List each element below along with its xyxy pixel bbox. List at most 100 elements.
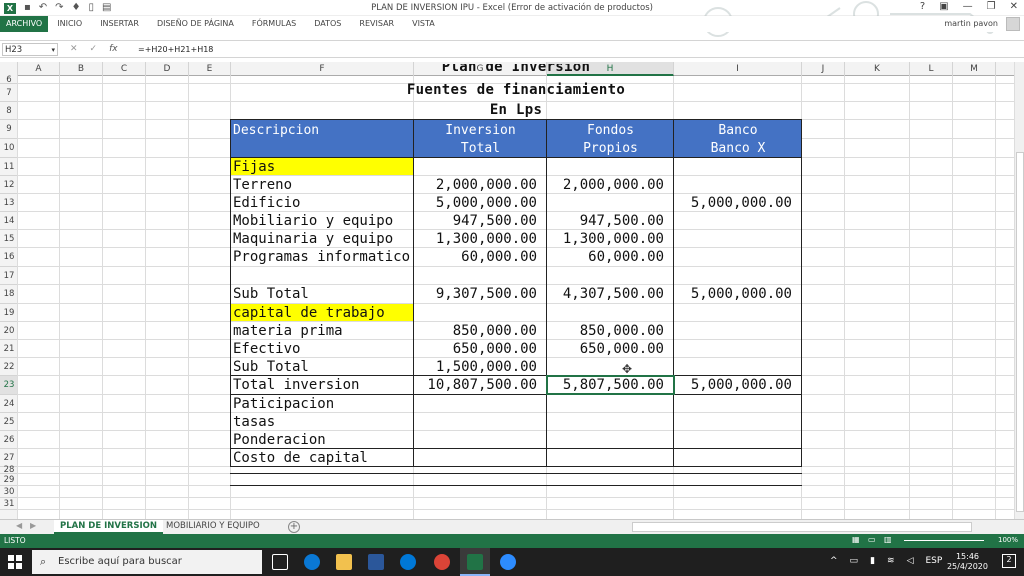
row-header[interactable]: 19	[0, 304, 18, 322]
chevron-down-icon[interactable]: ▾	[51, 44, 55, 56]
column-header-k[interactable]: K	[845, 62, 910, 76]
windows-start-icon[interactable]	[8, 555, 22, 569]
avatar[interactable]	[1006, 17, 1020, 31]
cell-descripcion[interactable]: Sub Total	[233, 286, 413, 302]
worksheet-grid[interactable]: A B C D E F G H I J K L M 6 7 8 9 10 11 12 13 14…	[0, 62, 1014, 520]
cell-fondos-propios[interactable]: 60,000.00	[547, 249, 664, 265]
sheet-tab-mobiliario-y-equipo[interactable]: MOBILIARIO Y EQUIPO	[160, 520, 266, 534]
cell-descripcion[interactable]: tasas	[233, 414, 413, 430]
column-header-b[interactable]: B	[60, 62, 103, 76]
normal-view-icon[interactable]: ▦	[852, 535, 860, 544]
cell-banco-x[interactable]: 5,000,000.00	[674, 286, 792, 302]
row-header[interactable]: 31	[0, 498, 18, 510]
row-header[interactable]: 14	[0, 212, 18, 230]
row-header[interactable]: 13	[0, 194, 18, 212]
cell-fondos-propios[interactable]: 4,307,500.00	[547, 286, 664, 302]
row-header[interactable]: 6	[0, 76, 18, 84]
formula-input[interactable]: =+H20+H21+H18	[138, 43, 213, 56]
notification-icon[interactable]: 2	[1002, 554, 1016, 568]
volume-icon[interactable]: ◁	[907, 556, 914, 566]
prev-sheet-icon[interactable]: ◀	[16, 521, 22, 530]
sheet-tab-plan-de-inversion[interactable]: PLAN DE INVERSION	[54, 520, 163, 534]
column-header-c[interactable]: C	[103, 62, 146, 76]
word-icon[interactable]	[368, 554, 384, 570]
cell-fondos-propios[interactable]: 1,300,000.00	[547, 231, 664, 247]
tab-revisar[interactable]: REVISAR	[350, 16, 403, 32]
row-header[interactable]: 8	[0, 102, 18, 120]
column-header-e[interactable]: E	[189, 62, 231, 76]
row-header[interactable]: 18	[0, 285, 18, 304]
cell-descripcion[interactable]: Paticipacion	[233, 396, 413, 412]
cell-fondos-propios[interactable]: 650,000.00	[547, 341, 664, 357]
row-header[interactable]: 22	[0, 358, 18, 376]
tab-diseno-de-pagina[interactable]: DISEÑO DE PÁGINA	[148, 16, 243, 32]
vertical-scroll-thumb[interactable]	[1016, 152, 1024, 512]
row-header[interactable]: 24	[0, 395, 18, 413]
page-layout-icon[interactable]: ▭	[868, 535, 876, 544]
row-header[interactable]: 23	[0, 376, 18, 395]
cell-inversion-total[interactable]: 10,807,500.00	[414, 377, 537, 393]
cell-inversion-total[interactable]: 60,000.00	[414, 249, 537, 265]
cell-inversion-total[interactable]: 650,000.00	[414, 341, 537, 357]
column-header-j[interactable]: J	[802, 62, 845, 76]
cell-descripcion[interactable]: Programas informatico	[233, 249, 413, 265]
chevron-up-icon[interactable]: ^	[830, 556, 838, 566]
cell-inversion-total[interactable]: 850,000.00	[414, 323, 537, 339]
cell-inversion-total[interactable]: 2,000,000.00	[414, 177, 537, 193]
row-header[interactable]: 30	[0, 486, 18, 498]
insert-function-button[interactable]: fx	[109, 43, 118, 56]
vertical-scrollbar[interactable]	[1014, 62, 1024, 520]
file-explorer-icon[interactable]	[336, 554, 352, 570]
cell-inversion-total[interactable]: 9,307,500.00	[414, 286, 537, 302]
selected-cell[interactable]	[546, 375, 675, 395]
tab-formulas[interactable]: FÓRMULAS	[243, 16, 305, 32]
cell-inversion-total[interactable]: 947,500.00	[414, 213, 537, 229]
cell-inversion-total[interactable]: 5,000,000.00	[414, 195, 537, 211]
column-header-m[interactable]: M	[953, 62, 996, 76]
tab-vista[interactable]: VISTA	[403, 16, 444, 32]
cancel-icon[interactable]: ✕	[70, 43, 78, 56]
edge-icon[interactable]	[304, 554, 320, 570]
row-header[interactable]: 17	[0, 267, 18, 285]
row-header[interactable]: 25	[0, 413, 18, 431]
row-header[interactable]: 11	[0, 158, 18, 176]
row-header[interactable]: 20	[0, 322, 18, 340]
cell-descripcion[interactable]: capital de trabajo	[233, 305, 413, 321]
zoom-level[interactable]: 100%	[998, 536, 1018, 544]
cell-descripcion[interactable]: Maquinaria y equipo	[233, 231, 413, 247]
row-header[interactable]: 28	[0, 466, 18, 474]
add-sheet-button[interactable]: +	[288, 521, 300, 533]
cell-inversion-total[interactable]: 1,500,000.00	[414, 359, 537, 375]
cell-descripcion[interactable]: Ponderacion	[233, 432, 413, 448]
cell-descripcion[interactable]: materia prima	[233, 323, 413, 339]
row-header[interactable]: 12	[0, 176, 18, 194]
battery-icon[interactable]: ▮	[870, 556, 875, 566]
row-header[interactable]: 16	[0, 248, 18, 267]
language-indicator[interactable]: ESP	[925, 556, 942, 566]
cell-descripcion[interactable]: Edificio	[233, 195, 413, 211]
bluetooth-icon[interactable]	[400, 554, 416, 570]
row-header[interactable]: 7	[0, 84, 18, 102]
cell-fondos-propios[interactable]: 2,000,000.00	[547, 177, 664, 193]
row-header[interactable]: 15	[0, 230, 18, 248]
cell-banco-x[interactable]: 5,000,000.00	[674, 195, 792, 211]
clock[interactable]: 15:46 25/4/2020	[947, 552, 988, 572]
zoom-slider[interactable]	[904, 540, 984, 541]
cell-descripcion[interactable]: Total inversion	[233, 377, 413, 393]
network-icon[interactable]: ▭	[850, 556, 859, 566]
tab-inicio[interactable]: INICIO	[48, 16, 91, 32]
cell-descripcion[interactable]: Costo de capital	[233, 450, 413, 466]
cell-descripcion[interactable]: Mobiliario y equipo	[233, 213, 413, 229]
select-all-button[interactable]	[0, 62, 18, 76]
horizontal-scrollbar[interactable]	[632, 522, 972, 532]
cell-fondos-propios[interactable]: 947,500.00	[547, 213, 664, 229]
row-header[interactable]: 10	[0, 139, 18, 158]
tab-archivo[interactable]: ARCHIVO	[0, 16, 49, 32]
column-header-d[interactable]: D	[146, 62, 189, 76]
user-name[interactable]: martin pavon	[944, 19, 998, 28]
cell-descripcion[interactable]: Sub Total	[233, 359, 413, 375]
cell-banco-x[interactable]: 5,000,000.00	[674, 377, 792, 393]
row-header[interactable]: 26	[0, 431, 18, 449]
cell-inversion-total[interactable]: 1,300,000.00	[414, 231, 537, 247]
name-box[interactable]: H23 ▾	[2, 43, 58, 56]
